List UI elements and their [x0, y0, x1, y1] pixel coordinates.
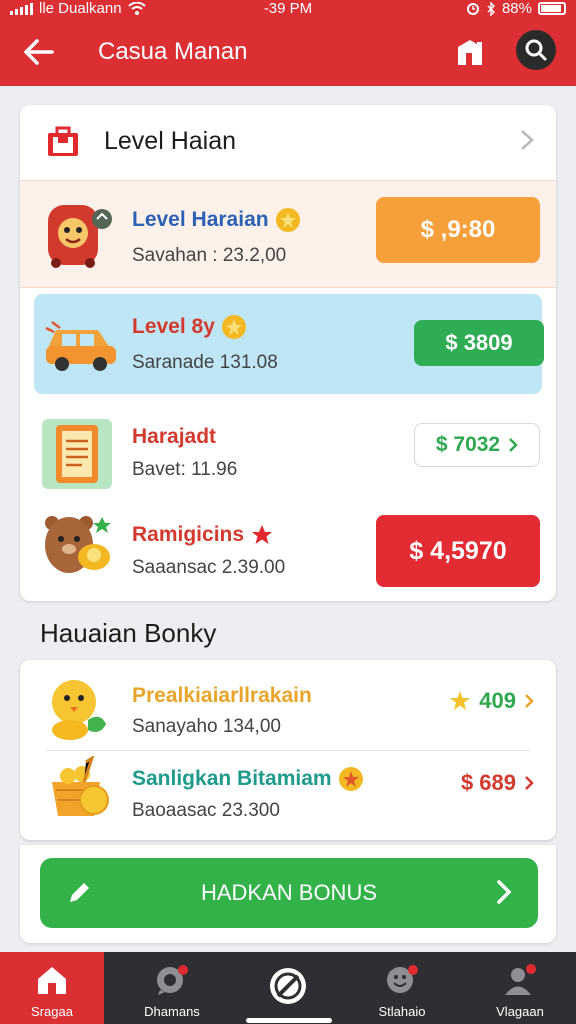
- levels-card-title: Level Haian: [104, 127, 237, 155]
- item-name: Level Haraian: [132, 208, 269, 231]
- levels-card: Level Haian Level Haraian Savahan : 23.2…: [20, 105, 556, 601]
- arrow-left-icon: [24, 39, 54, 65]
- list-item-ramigicins[interactable]: Ramigicins Saaansac 2.39.00 $ 4,5970: [20, 499, 556, 599]
- bonus-name: Prealkiaiarllrakain: [132, 684, 312, 707]
- item-subtitle: Saranade 131.08: [132, 352, 278, 373]
- section-title: Hauaian Bonky: [40, 618, 217, 648]
- bonus-name: Sanligkan Bitamiam: [132, 767, 332, 790]
- item-subtitle: Savahan : 23.2,00: [132, 245, 287, 266]
- bonus-button-label: HADKAN BONUS: [200, 880, 378, 905]
- coin-basket-icon: [52, 756, 109, 816]
- nav-stlahaio[interactable]: Stlahaio: [350, 952, 454, 1024]
- nav-home[interactable]: Sragaa: [0, 952, 104, 1024]
- battery-icon: [538, 2, 566, 15]
- home-icon: [38, 967, 66, 994]
- compass-center-icon: [270, 968, 306, 1004]
- status-bar: lle Dualkann -39 PM 88%: [0, 0, 576, 18]
- backpack-mascot-icon: [48, 205, 112, 268]
- bonus-subtitle: Sanayaho 134,00: [132, 716, 281, 737]
- profile-icon: [505, 964, 536, 995]
- chick-mascot-icon: [52, 680, 106, 740]
- item-subtitle: Bavet: 11.96: [132, 459, 238, 480]
- nav-label: Dhamans: [144, 1004, 200, 1019]
- star-icon: [252, 525, 273, 544]
- bottom-nav: Sragaa Dhamans Stlahaio Vlagaan: [0, 952, 576, 1024]
- price-button[interactable]: $ 3809: [414, 320, 544, 366]
- nav-dhamans[interactable]: Dhamans: [120, 952, 224, 1024]
- item-subtitle: Saaansac 2.39.00: [132, 557, 286, 578]
- search-icon: [525, 39, 547, 61]
- item-name: Harajadt: [132, 425, 217, 448]
- price-button[interactable]: $ 7032: [414, 423, 540, 467]
- car-icon: [45, 321, 116, 371]
- search-button[interactable]: [516, 30, 556, 70]
- item-name: Ramigicins: [132, 523, 245, 546]
- smiley-icon: [387, 965, 418, 993]
- star-badge-icon: [338, 767, 363, 791]
- app-bar: Casua Manan: [0, 18, 576, 86]
- star-badge-icon: [221, 315, 246, 339]
- chat-bubble-icon: [157, 965, 188, 995]
- bonus-value: $ 689: [460, 770, 516, 795]
- list-item-level-8y[interactable]: Level 8y Saranade 131.08 $ 3809: [34, 294, 544, 394]
- price-value: $ 4,5970: [409, 536, 507, 565]
- nav-label: Vlagaan: [496, 1004, 544, 1019]
- bonus-subtitle: Baoaasac 23.300: [132, 800, 280, 821]
- price-value: $ 7032: [435, 433, 501, 456]
- page-title: Casua Manan: [98, 38, 248, 65]
- alarm-icon: [466, 2, 479, 15]
- nav-center[interactable]: [236, 952, 340, 1024]
- list-item-harajadt[interactable]: Harajadt Bavet: 11.96 $ 7032: [20, 403, 556, 499]
- bluetooth-icon: [487, 1, 495, 16]
- notepad-icon: [42, 419, 112, 489]
- bonus-value: 409: [479, 688, 516, 713]
- battery-label: 88%: [501, 0, 532, 17]
- chevron-right-icon: [521, 130, 534, 150]
- price-button[interactable]: $ 4,5970: [376, 515, 540, 587]
- levels-card-header[interactable]: Level Haian: [20, 105, 556, 177]
- chevron-right-icon: [497, 880, 512, 904]
- item-name: Level 8y: [132, 315, 215, 338]
- bonus-card: Prealkiaiarllrakain Sanayaho 134,00 409 …: [20, 660, 556, 840]
- sparkle-star-icon: [450, 691, 471, 710]
- pencil-icon: [70, 883, 89, 902]
- nav-label: Sragaa: [31, 1004, 73, 1019]
- chevron-right-icon: [525, 776, 534, 790]
- home-indicator: [246, 1018, 332, 1023]
- list-item-level-haraian[interactable]: Level Haraian Savahan : 23.2,00 $ ,9:80: [20, 180, 556, 288]
- nav-label: Stlahaio: [378, 1004, 426, 1019]
- price-button[interactable]: $ ,9:80: [376, 197, 540, 263]
- back-button[interactable]: [22, 38, 56, 66]
- hadkan-bonus-button[interactable]: HADKAN BONUS: [40, 858, 538, 928]
- bear-mascot-icon: [45, 516, 111, 573]
- store-button[interactable]: [455, 36, 487, 68]
- star-badge-icon: [275, 208, 300, 232]
- store-icon: [458, 40, 482, 65]
- shopping-bag-icon: [48, 126, 78, 156]
- nav-vlagaan[interactable]: Vlagaan: [468, 952, 572, 1024]
- bonus-item-sanligkan-bitamiam[interactable]: Sanligkan Bitamiam Baoaasac 23.300 $ 689: [20, 750, 556, 836]
- bonus-item-prealkiaiarllrakain[interactable]: Prealkiaiarllrakain Sanayaho 134,00 409: [20, 664, 556, 750]
- price-value: $ ,9:80: [420, 216, 496, 243]
- price-value: $ 3809: [445, 330, 513, 355]
- bonus-button-container: HADKAN BONUS: [20, 845, 556, 943]
- chevron-right-icon: [525, 694, 534, 708]
- chevron-right-icon: [509, 438, 518, 452]
